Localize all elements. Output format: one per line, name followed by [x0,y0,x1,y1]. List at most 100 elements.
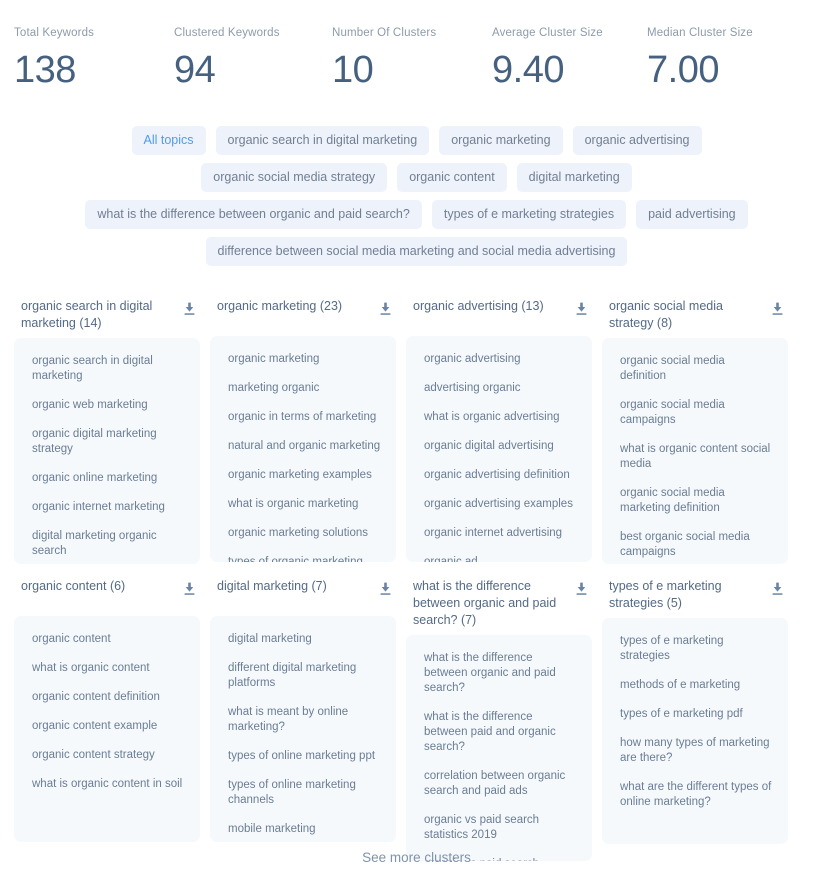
cluster-header: what is the difference between organic a… [406,576,592,629]
metrics-summary-bar: Total Keywords 138 Clustered Keywords 94 Num… [14,0,819,92]
topic-filter-chip[interactable]: digital marketing [516,163,632,192]
keyword-item: methods of e marketing [620,679,741,691]
cluster-card: organic marketing (23) organic marketing m… [210,296,396,564]
keyword-item: best organic social media campaigns [620,531,750,558]
metric-card: Number Of Clusters 10 [332,26,492,92]
keyword-item: types of e marketing pdf [620,708,743,720]
cluster-title: types of e marketing strategies (5) [609,579,722,610]
see-more-clusters-button[interactable]: See more clusters [362,850,471,865]
cluster-header: types of e marketing strategies (5) [602,576,788,612]
download-icon[interactable] [575,582,588,596]
metric-label: Total Keywords [14,27,95,39]
metric-label: Median Cluster Size [647,27,753,39]
metric-card: Average Cluster Size 9.40 [492,26,647,92]
keyword-item: types of online marketing channels [228,779,356,806]
keyword-item: what is organic advertising [424,411,560,423]
keyword-item: organic content definition [32,691,160,703]
keyword-item: organic social media definition [620,355,725,382]
cluster-card: organic content (6) organic content what i… [14,576,200,861]
keyword-item: organic digital advertising [424,440,554,452]
cluster-title: organic content (6) [21,579,126,593]
cluster-title: organic search in digital marketing (14) [21,299,153,330]
cluster-keyword-list: organic marketing marketing organic organi… [210,336,396,562]
keyword-item: organic internet marketing [32,501,165,513]
keyword-item: organic in terms of marketing [228,411,377,423]
cluster-title: organic social media strategy (8) [609,299,723,330]
topic-filter-chip[interactable]: All topics [131,126,206,155]
keyword-item: mobile marketing [228,823,316,835]
keyword-item: types of organic marketing [228,556,363,562]
keyword-item: organic search in digital marketing [32,355,153,382]
keyword-item: organic online marketing [32,472,158,484]
topic-filter-chip[interactable]: types of e marketing strategies [431,200,627,229]
keyword-item: organic digital marketing strategy [32,428,157,455]
topic-filter-chip[interactable]: paid advertising [636,200,748,229]
metric-value: 7.00 [647,49,719,91]
keyword-item: types of e marketing strategies [620,635,724,662]
topic-filter-chip[interactable]: difference between social media marketin… [205,237,628,266]
keyword-item: organic social media marketing definitio… [620,487,725,514]
keyword-item: advertising organic [424,382,521,394]
keyword-item: what is organic content social media [620,443,771,470]
cluster-title: digital marketing (7) [217,579,327,593]
keyword-item: organic content [32,633,111,645]
keyword-item: organic advertising examples [424,498,573,510]
cluster-header: organic social media strategy (8) [602,296,788,332]
keyword-item: what is organic content [32,662,150,674]
download-icon[interactable] [771,582,784,596]
download-icon[interactable] [771,302,784,316]
topic-filter-chip[interactable]: organic content [397,163,507,192]
cluster-card: what is the difference between organic a… [406,576,592,861]
cluster-card: organic social media strategy (8) organic… [602,296,788,564]
topic-filter-chip[interactable]: organic search in digital marketing [215,126,430,155]
cluster-header: organic content (6) [14,576,200,610]
cluster-header: organic search in digital marketing (14) [14,296,200,332]
download-icon[interactable] [183,582,196,596]
cluster-header: digital marketing (7) [210,576,396,610]
download-icon[interactable] [379,302,392,316]
cluster-keyword-list: types of e marketing strategies methods o… [602,618,788,844]
metric-label: Clustered Keywords [174,27,280,39]
keyword-item: how many types of marketing are there? [620,737,770,764]
metric-card: Clustered Keywords 94 [174,26,332,92]
cluster-title: organic advertising (13) [413,299,544,313]
metric-value: 9.40 [492,49,564,91]
clusters-grid: organic search in digital marketing (14)… [14,296,819,873]
download-icon[interactable] [575,302,588,316]
metric-value: 94 [174,49,216,91]
metric-label: Number Of Clusters [332,27,437,39]
keyword-item: organic ad [424,556,478,562]
topic-filter-chip[interactable]: organic advertising [572,126,702,155]
keyword-item: organic content example [32,720,158,732]
metric-card: Median Cluster Size 7.00 [647,26,807,92]
keyword-clustering-page: Total Keywords 138 Clustered Keywords 94 Num… [0,0,833,891]
keyword-item: natural and organic marketing [228,440,381,452]
cluster-title: organic marketing (23) [217,299,343,313]
keyword-item: organic marketing [228,353,320,365]
topic-filter-chip[interactable]: organic marketing [439,126,563,155]
download-icon[interactable] [379,582,392,596]
keyword-item: what are the different types of online m… [620,781,772,808]
cluster-card: organic advertising (13) organic advertis… [406,296,592,564]
keyword-item: what is the difference between paid and … [424,711,556,753]
keyword-item: organic social media campaigns [620,399,725,426]
keyword-item: organic internet advertising [424,527,563,539]
keyword-item: what is meant by online marketing? [228,706,349,733]
cluster-card: organic search in digital marketing (14)… [14,296,200,564]
keyword-item: what is organic marketing [228,498,359,510]
cluster-card: types of e marketing strategies (5) types… [602,576,788,861]
download-icon[interactable] [183,302,196,316]
keyword-item: digital marketing organic search [32,530,157,557]
metric-label: Average Cluster Size [492,27,603,39]
keyword-item: different digital marketing platforms [228,662,357,689]
cluster-keyword-list: organic social media definition organic s… [602,338,788,564]
cluster-card: digital marketing (7) digital marketing di… [210,576,396,861]
topic-filter-chips: All topics organic search in digital mark… [40,126,793,266]
metric-value: 138 [14,49,76,91]
keyword-item: organic advertising definition [424,469,570,481]
cluster-keyword-list: organic search in digital marketing organ… [14,338,200,564]
keyword-item: correlation between organic search and p… [424,770,566,797]
topic-filter-chip[interactable]: organic social media strategy [201,163,388,192]
keyword-item: types of online marketing ppt [228,750,376,762]
topic-filter-chip[interactable]: what is the difference between organic a… [85,200,422,229]
